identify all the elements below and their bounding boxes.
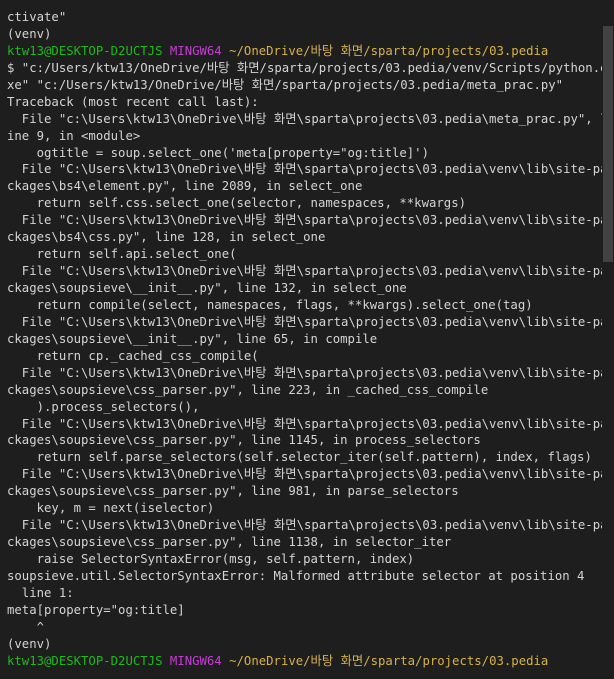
prompt-user: ktw13@DESKTOP-D2UCTJS: [7, 653, 163, 668]
prompt-user: ktw13@DESKTOP-D2UCTJS: [7, 43, 163, 58]
terminal-line: ckages\soupsieve\css_parser.py", line 11…: [7, 535, 452, 550]
terminal-line: $ "c:/Users/ktw13/OneDrive/바탕 화면/sparta/…: [7, 60, 603, 75]
terminal-line: ctivate": [7, 10, 67, 24]
terminal-line: ine 9, in <module>: [7, 128, 141, 143]
terminal-line: ogtitle = soup.select_one('meta[property…: [7, 145, 429, 160]
terminal-line: return self.api.select_one(: [7, 247, 237, 262]
terminal-line: File "C:\Users\ktw13\OneDrive\바탕 화면\spar…: [7, 518, 603, 533]
terminal-line: ckages\soupsieve\__init__.py", line 132,…: [7, 281, 407, 295]
terminal-panel[interactable]: ctivate" (venv) ktw13@DESKTOP-D2UCTJS MING…: [0, 0, 614, 679]
terminal-line: (venv): [7, 26, 52, 41]
terminal-line: meta[property="og:title]: [7, 602, 185, 617]
terminal-prompt-line: ktw13@DESKTOP-D2UCTJS MINGW64 ~/OneDrive…: [7, 653, 603, 670]
terminal-line: return self.parse_selectors(self.selecto…: [7, 450, 592, 465]
terminal-line: key, m = next(iselector): [7, 501, 215, 516]
terminal-line: File "C:\Users\ktw13\OneDrive\바탕 화면\spar…: [7, 162, 603, 177]
terminal-line: ckages\soupsieve\__init__.py", line 65, …: [7, 331, 378, 346]
prompt-separator: [162, 44, 169, 58]
terminal-output: ctivate" (venv) ktw13@DESKTOP-D2UCTJS MING…: [7, 9, 603, 670]
terminal-line: return cp._cached_css_compile(: [7, 348, 259, 363]
prompt-separator: [222, 654, 229, 668]
terminal-line: soupsieve.util.SelectorSyntaxError: Malf…: [7, 568, 585, 583]
prompt-path: ~/OneDrive/바탕 화면/sparta/projects/03.pedi…: [229, 653, 549, 668]
terminal-line: File "C:\Users\ktw13\OneDrive\바탕 화면\spar…: [7, 213, 603, 228]
terminal-line: ckages\soupsieve\css_parser.py", line 98…: [7, 484, 459, 499]
scrollbar-thumb[interactable]: [603, 26, 613, 262]
prompt-system: MINGW64: [169, 653, 222, 668]
terminal-line: ckages\bs4\element.py", line 2089, in se…: [7, 179, 363, 194]
terminal-line: raise SelectorSyntaxError(msg, self.patt…: [7, 552, 415, 566]
terminal-line: xe" "c:/Users/ktw13/OneDrive/바탕 화면/spart…: [7, 77, 564, 92]
terminal-line: return compile(select, namespaces, flags…: [7, 297, 533, 312]
terminal-line: line 1:: [7, 585, 74, 600]
terminal-line: File "C:\Users\ktw13\OneDrive\바탕 화면\spar…: [7, 264, 603, 279]
terminal-line: File "C:\Users\ktw13\OneDrive\바탕 화면\spar…: [7, 365, 603, 380]
terminal-line: File "C:\Users\ktw13\OneDrive\바탕 화면\spar…: [7, 314, 603, 329]
terminal-line: File "C:\Users\ktw13\OneDrive\바탕 화면\spar…: [7, 416, 603, 431]
scrollbar-track[interactable]: [602, 0, 614, 679]
prompt-separator: [162, 654, 169, 668]
terminal-line: ^: [7, 619, 45, 634]
terminal-prompt-line: ktw13@DESKTOP-D2UCTJS MINGW64 ~/OneDrive…: [7, 43, 603, 60]
terminal-line: Traceback (most recent call last):: [7, 94, 259, 109]
terminal-line: ckages\bs4\css.py", line 128, in select_…: [7, 230, 326, 245]
terminal-line: ).process_selectors(),: [7, 399, 200, 414]
prompt-path: ~/OneDrive/바탕 화면/sparta/projects/03.pedi…: [229, 43, 549, 58]
terminal-line: (venv): [7, 636, 52, 651]
terminal-line: ckages\soupsieve\css_parser.py", line 11…: [7, 433, 481, 448]
prompt-system: MINGW64: [169, 43, 222, 58]
terminal-line: File "C:\Users\ktw13\OneDrive\바탕 화면\spar…: [7, 467, 603, 482]
terminal-line: return self.css.select_one(selector, nam…: [7, 196, 467, 211]
prompt-separator: [222, 44, 229, 58]
terminal-line: ckages\soupsieve\css_parser.py", line 22…: [7, 382, 489, 397]
terminal-line: File "c:\Users\ktw13\OneDrive\바탕 화면\spar…: [7, 111, 603, 126]
